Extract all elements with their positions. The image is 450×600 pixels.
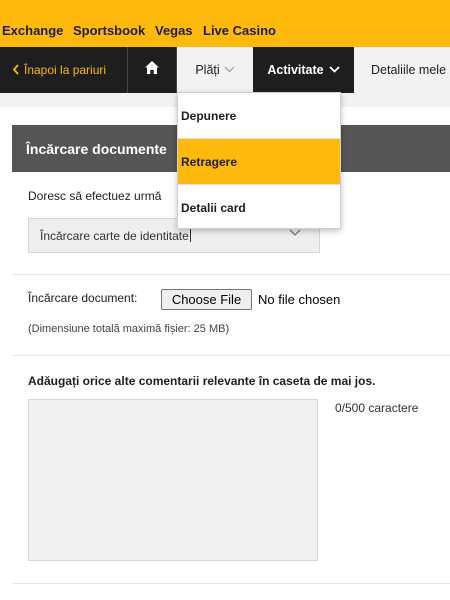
menu-item-retragere[interactable]: Retragere bbox=[178, 139, 340, 184]
top-nav-bar: Exchange Sportsbook Vegas Live Casino bbox=[0, 0, 450, 47]
nav-link-sportsbook[interactable]: Sportsbook bbox=[73, 23, 145, 38]
tab-detaliile-mele-label: Detaliile mele bbox=[371, 63, 447, 77]
comments-textarea[interactable] bbox=[28, 399, 318, 561]
tab-plati-label: Plăți bbox=[195, 63, 220, 77]
divider bbox=[12, 355, 450, 356]
section-title: Încărcare documente bbox=[26, 140, 167, 157]
back-label: Înapoi la pariuri bbox=[24, 63, 107, 77]
menu-item-label: Detalii card bbox=[181, 200, 246, 215]
nav-link-live-casino[interactable]: Live Casino bbox=[203, 23, 276, 38]
text-cursor bbox=[189, 229, 191, 242]
divider bbox=[12, 274, 450, 275]
file-size-hint: (Dimensiune totală maximă fișier: 25 MB) bbox=[28, 323, 230, 335]
chevron-down-icon bbox=[224, 64, 235, 76]
menu-item-label: Depunere bbox=[181, 108, 237, 123]
home-button[interactable] bbox=[128, 47, 177, 93]
back-to-bets-link[interactable]: Înapoi la pariuri bbox=[0, 47, 128, 93]
tab-activitate-label: Activitate bbox=[267, 63, 324, 77]
chevron-left-icon bbox=[12, 63, 20, 78]
nav-link-vegas[interactable]: Vegas bbox=[155, 23, 193, 38]
tab-detaliile-mele[interactable]: Detaliile mele bbox=[354, 47, 450, 93]
menu-item-depunere[interactable]: Depunere bbox=[178, 93, 340, 138]
char-counter: 0/500 caractere bbox=[335, 401, 419, 415]
select-value: Încărcare carte de identitate bbox=[40, 228, 189, 243]
home-icon bbox=[144, 60, 160, 80]
tab-plati[interactable]: Plăți bbox=[177, 47, 253, 93]
tab-activitate[interactable]: Activitate bbox=[253, 47, 354, 93]
comments-label: Adăugați orice alte comentarii relevante… bbox=[28, 374, 376, 388]
account-nav-bar: Înapoi la pariuri Plăți Activitate Detal… bbox=[0, 47, 450, 93]
plati-dropdown-menu: Depunere Retragere Detalii card bbox=[177, 92, 341, 229]
chevron-down-icon bbox=[329, 64, 340, 76]
menu-item-label: Retragere bbox=[181, 154, 238, 169]
divider bbox=[12, 583, 450, 584]
file-status-text: No file chosen bbox=[258, 292, 341, 307]
menu-item-detalii-card[interactable]: Detalii card bbox=[178, 185, 340, 230]
request-question-label: Doresc să efectuez urmă bbox=[28, 189, 162, 203]
upload-document-label: Încărcare document: bbox=[28, 291, 138, 305]
nav-link-exchange[interactable]: Exchange bbox=[2, 23, 63, 38]
choose-file-button[interactable]: Choose File bbox=[161, 289, 252, 310]
